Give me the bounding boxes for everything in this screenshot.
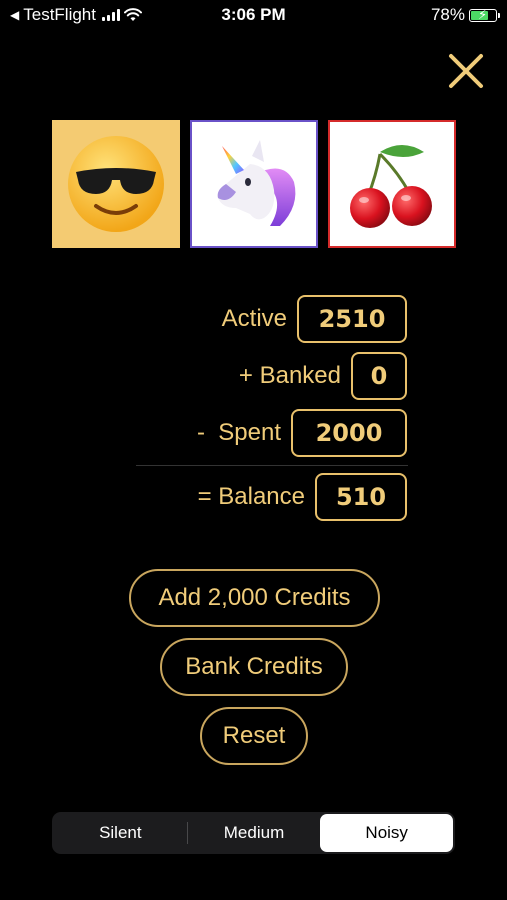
battery-icon: ⚡ bbox=[469, 6, 500, 22]
balance-label: = Balance bbox=[197, 483, 305, 510]
slot-reels bbox=[52, 120, 456, 248]
charging-bolt-icon: ⚡ bbox=[478, 6, 488, 22]
stat-balance: = Balance 510 bbox=[198, 473, 407, 521]
add-credits-button[interactable]: Add 2,000 Credits bbox=[129, 569, 380, 627]
active-value: 2510 bbox=[297, 295, 407, 343]
stat-active: Active 2510 bbox=[222, 295, 407, 343]
unicorn-icon bbox=[217, 140, 296, 226]
sound-mode-selector: Silent Medium Noisy bbox=[52, 812, 455, 854]
balance-value: 510 bbox=[315, 473, 407, 521]
segment-silent[interactable]: Silent bbox=[54, 814, 187, 852]
active-label: Active bbox=[221, 305, 287, 332]
divider bbox=[136, 465, 408, 466]
reel-2 bbox=[190, 120, 318, 248]
spent-value: 2000 bbox=[291, 409, 407, 457]
reset-button[interactable]: Reset bbox=[200, 707, 308, 765]
sunglasses-face-icon bbox=[68, 136, 164, 232]
banked-label: + Banked bbox=[238, 362, 341, 389]
reel-3 bbox=[328, 120, 456, 248]
bank-credits-button[interactable]: Bank Credits bbox=[160, 638, 348, 696]
close-icon bbox=[449, 54, 483, 88]
battery-percent: 78% bbox=[430, 5, 465, 24]
close-button[interactable] bbox=[445, 50, 487, 92]
segment-medium[interactable]: Medium bbox=[188, 814, 321, 852]
reel-1 bbox=[52, 120, 180, 248]
stat-spent: - Spent 2000 bbox=[197, 409, 407, 457]
stat-banked: + Banked 0 bbox=[239, 352, 407, 400]
segment-noisy[interactable]: Noisy bbox=[320, 814, 454, 852]
cherries-icon bbox=[350, 145, 432, 228]
status-bar: ◀ TestFlight 3:06 PM 78% ⚡ bbox=[0, 0, 507, 32]
spent-label: - Spent bbox=[196, 419, 281, 446]
banked-value: 0 bbox=[351, 352, 407, 400]
